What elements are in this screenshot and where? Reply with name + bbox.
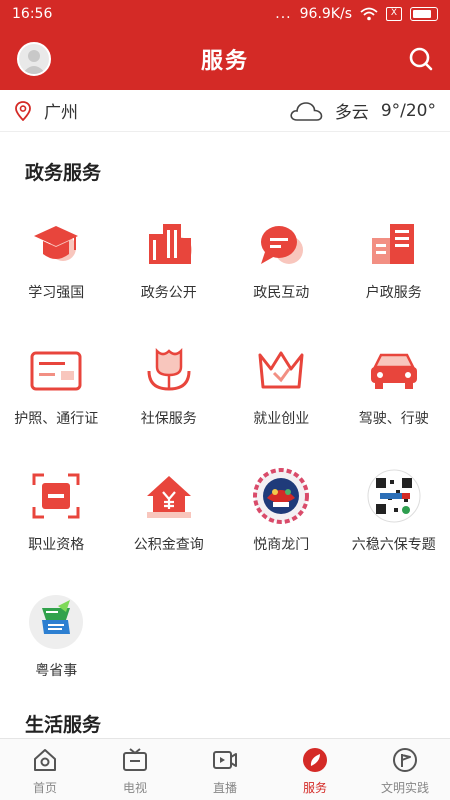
service-yueshengshi[interactable]: 粤省事 [0,576,113,702]
service-xuexi-qiangguo[interactable]: 学习强国 [0,198,113,324]
service-zhiye-zige[interactable]: 职业资格 [0,450,113,576]
avatar[interactable] [17,42,51,76]
service-label: 六稳六保专题 [351,537,436,553]
section-title-gov: 政务服务 [25,162,102,184]
service-label: 职业资格 [28,537,85,553]
yueshengshi-logo-icon [28,594,84,650]
service-label: 学习强国 [28,285,85,301]
lotus-hand-icon [141,342,197,398]
service-shebao[interactable]: 社保服务 [113,324,226,450]
flag-circle-icon [393,748,417,772]
qr-code-icon [366,468,422,524]
service-label: 悦商龙门 [253,537,310,553]
wifi-icon [360,7,378,21]
avatar-person-icon [22,50,46,74]
status-time: 16:56 [12,6,53,22]
service-driving[interactable]: 驾驶、行驶 [338,324,450,450]
tab-label: 电视 [122,781,147,795]
city-name[interactable]: 广州 [44,98,289,123]
graduation-cap-icon [28,216,84,272]
service-label: 公积金查询 [133,537,204,553]
gov-services-grid: 学习强国 政务公开 政民互动 户政服务 护照、通行证 社保服务 就业创业 驾驶、… [0,198,450,702]
section-title-life: 生活服务 [25,714,102,736]
home-icon [34,749,56,771]
tab-label: 文明实践 [380,781,429,795]
service-liuwen-liubao[interactable]: 六稳六保专题 [338,450,450,576]
service-huzheng-fuwu[interactable]: 户政服务 [338,198,450,324]
app-header: 服务 [0,28,450,90]
temperature-range: 9°/20° [380,100,436,121]
tab-label: 服务 [302,781,327,795]
buildings-icon [141,216,197,272]
search-icon[interactable] [408,46,434,72]
bottom-tab-bar: 首页 电视 直播 服务 文明实践 [0,738,450,800]
tab-service[interactable]: 服务 [270,739,360,800]
tab-tv[interactable]: 电视 [90,739,180,800]
service-label: 粤省事 [35,663,78,679]
service-label: 政民互动 [253,285,310,301]
service-zhengmin-hudong[interactable]: 政民互动 [225,198,338,324]
live-video-icon [213,751,237,769]
service-label: 户政服务 [365,285,422,301]
service-jiuye[interactable]: 就业创业 [225,324,338,450]
service-label: 社保服务 [140,411,197,427]
service-label: 驾驶、行驶 [358,411,429,427]
service-label: 就业创业 [253,411,310,427]
tab-civilization[interactable]: 文明实践 [360,739,450,800]
compass-leaf-icon [303,748,327,772]
sim-icon: X [386,7,402,21]
network-speed: 96.9K/s [299,6,352,22]
tv-icon [123,748,147,771]
crown-check-icon [253,342,309,398]
car-icon [366,342,422,398]
notification-dots: ... [275,6,292,22]
tab-home[interactable]: 首页 [0,739,90,800]
service-label: 护照、通行证 [14,411,99,427]
tab-label: 直播 [212,781,237,795]
tab-label: 首页 [32,781,57,795]
page-title: 服务 [200,49,249,74]
service-zhengwu-gongkai[interactable]: 政务公开 [113,198,226,324]
certificate-frame-icon [28,468,84,524]
weather-condition: 多云 [334,103,369,123]
battery-icon [410,7,438,21]
service-label: 政务公开 [140,285,197,301]
chat-bubble-icon [253,216,309,272]
service-passport[interactable]: 护照、通行证 [0,324,113,450]
status-indicators: ... 96.9K/s X [275,6,438,22]
city-blocks-icon [366,216,422,272]
weather-bar: 广州 多云 9°/20° [0,90,450,132]
house-yuan-icon [141,468,197,524]
cloud-icon [290,101,323,121]
services-content: 政务服务 学习强国 政务公开 政民互动 户政服务 护照、通行证 社保服务 就业创… [0,132,450,738]
status-bar: 16:56 ... 96.9K/s X [0,0,450,28]
service-yueshang-longmen[interactable]: 悦商龙门 [225,450,338,576]
location-pin-icon[interactable] [14,100,32,121]
tab-live[interactable]: 直播 [180,739,270,800]
yueshang-logo-icon [253,468,310,524]
passport-card-icon [28,342,84,398]
service-gongjijin[interactable]: 公积金查询 [113,450,226,576]
